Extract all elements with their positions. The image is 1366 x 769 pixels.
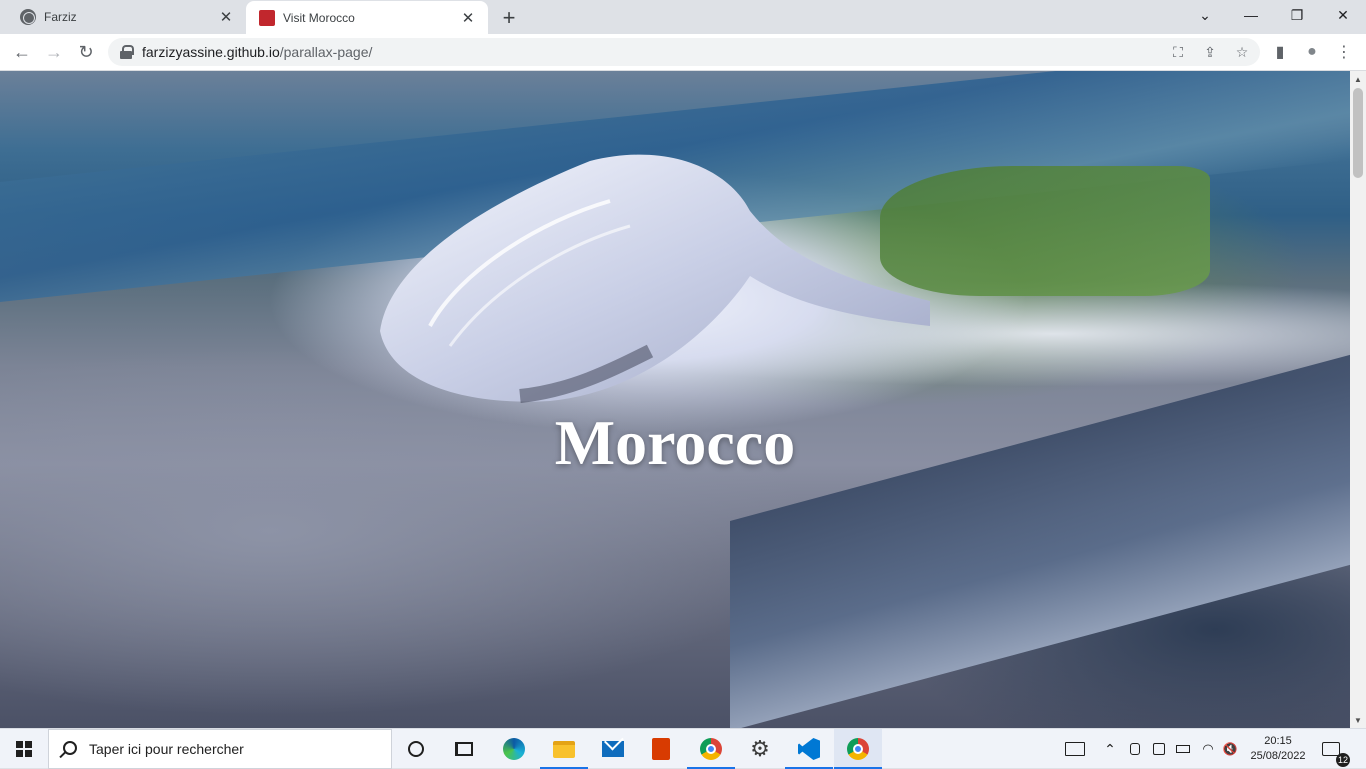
notification-count: 12: [1336, 753, 1350, 767]
chrome-icon: [700, 738, 722, 760]
address-bar[interactable]: farzizyassine.github.io /parallax-page/ …: [108, 38, 1260, 66]
tab-farziz[interactable]: Farziz ✕: [0, 0, 246, 33]
search-icon: [63, 741, 77, 755]
taskbar-search-box[interactable]: Taper ici pour rechercher: [48, 729, 392, 769]
tab-title: Visit Morocco: [283, 10, 355, 25]
hero-background-image: [0, 71, 1350, 728]
tab-visit-morocco[interactable]: Visit Morocco ✕: [246, 1, 488, 34]
gear-icon: ⚙: [750, 736, 770, 761]
close-icon[interactable]: ✕: [456, 6, 480, 30]
search-placeholder: Taper ici pour rechercher: [89, 741, 244, 757]
windows-taskbar: Taper ici pour rechercher ⚙ ⌃ ◠ 🔇 20:15 …: [0, 728, 1366, 769]
close-window-button[interactable]: ✕: [1320, 0, 1366, 30]
wifi-icon[interactable]: ◠: [1198, 729, 1218, 769]
meet-now-icon[interactable]: [1126, 729, 1144, 769]
windows-logo-icon: [16, 741, 32, 757]
chrome-icon: [847, 738, 869, 760]
profile-avatar-icon[interactable]: ●: [1298, 38, 1326, 66]
vscode-button[interactable]: [785, 729, 833, 769]
cortana-button[interactable]: [392, 729, 440, 769]
lock-icon[interactable]: [120, 45, 134, 59]
clock-date: 25/08/2022: [1250, 750, 1306, 762]
scroll-down-arrow-icon[interactable]: ▼: [1350, 712, 1366, 728]
chrome-active-button[interactable]: [834, 729, 882, 769]
side-panel-icon[interactable]: ▮: [1266, 38, 1294, 66]
notification-center-button[interactable]: 12: [1318, 737, 1350, 767]
mail-icon: [602, 741, 624, 757]
page-viewport: Morocco: [0, 71, 1350, 728]
building-roof-shape: [380, 154, 930, 403]
back-button[interactable]: ←: [8, 38, 36, 66]
page-scrollbar[interactable]: ▲ ▼: [1350, 71, 1366, 728]
edge-button[interactable]: [490, 729, 538, 769]
clock-time: 20:15: [1264, 735, 1292, 747]
tab-strip: Farziz ✕ Visit Morocco ✕ + ⌄ — ❐ ✕: [0, 0, 1366, 34]
scrollbar-thumb[interactable]: [1353, 88, 1363, 178]
url-path: /parallax-page/: [279, 44, 373, 60]
minimize-button[interactable]: —: [1228, 0, 1274, 30]
start-button[interactable]: [0, 729, 48, 769]
volume-muted-icon[interactable]: 🔇: [1220, 729, 1240, 769]
close-icon[interactable]: ✕: [214, 5, 238, 29]
browser-toolbar: ← → ↻ farzizyassine.github.io /parallax-…: [0, 34, 1366, 71]
scroll-up-arrow-icon[interactable]: ▲: [1350, 71, 1366, 87]
office-button[interactable]: [637, 729, 685, 769]
url-host: farzizyassine.github.io: [142, 44, 280, 60]
vscode-icon: [798, 738, 820, 760]
folder-icon: [553, 740, 575, 758]
edge-icon: [503, 738, 525, 760]
mail-button[interactable]: [589, 729, 637, 769]
reload-button[interactable]: ↻: [72, 38, 100, 66]
chrome-button[interactable]: [687, 729, 735, 769]
menu-kebab-icon[interactable]: ⋮: [1330, 38, 1358, 66]
forward-button[interactable]: →: [40, 38, 68, 66]
office-icon: [652, 738, 670, 760]
task-view-button[interactable]: [440, 729, 488, 769]
news-widget-icon[interactable]: [1060, 729, 1090, 769]
new-tab-button[interactable]: +: [496, 5, 522, 31]
bookmark-star-icon[interactable]: ☆: [1232, 42, 1252, 62]
restore-button[interactable]: ❐: [1274, 0, 1320, 30]
share-icon[interactable]: ⇪: [1200, 42, 1220, 62]
tray-chevron-icon[interactable]: ⌃: [1100, 729, 1120, 769]
task-view-icon: [455, 742, 473, 756]
red-flag-icon: [259, 9, 275, 26]
tab-search-button[interactable]: ⌄: [1182, 0, 1228, 30]
globe-icon: [20, 8, 36, 25]
cortana-icon: [408, 741, 424, 757]
tab-title: Farziz: [44, 9, 77, 24]
settings-button[interactable]: ⚙: [736, 729, 784, 769]
clock[interactable]: 20:15 25/08/2022: [1246, 731, 1310, 767]
security-icon[interactable]: [1150, 729, 1168, 769]
translate-icon[interactable]: ⛶: [1168, 42, 1188, 62]
hero-title: Morocco: [554, 407, 796, 478]
file-explorer-button[interactable]: [540, 729, 588, 769]
battery-icon[interactable]: [1174, 729, 1192, 769]
